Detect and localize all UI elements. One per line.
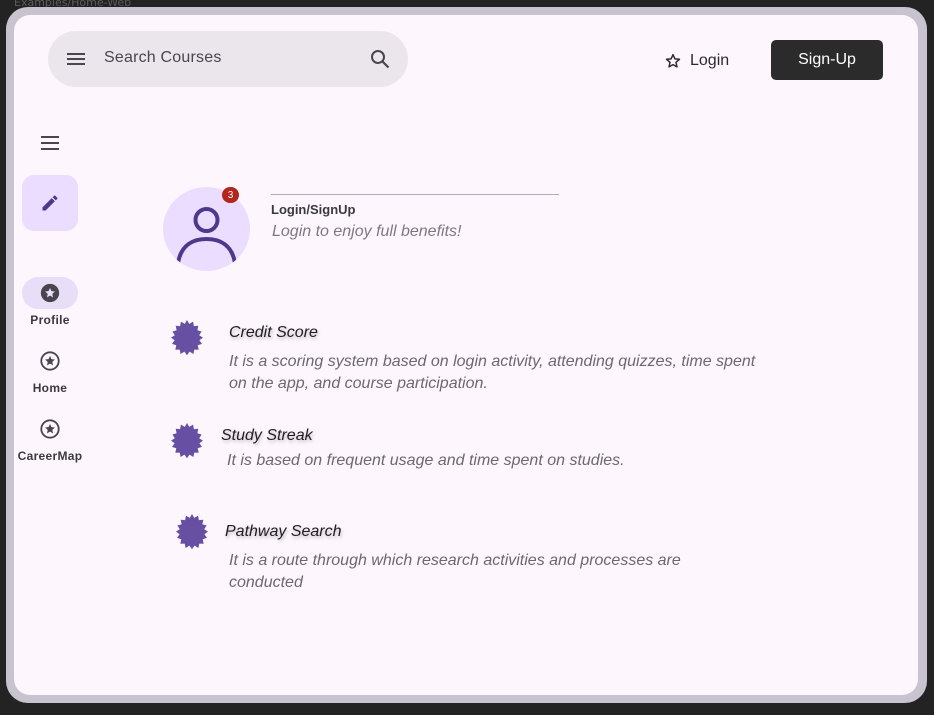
profile-title[interactable]: Login/SignUp [271, 202, 355, 217]
badge-burst-icon [171, 320, 203, 355]
login-label: Login [690, 52, 730, 69]
rail-item-home[interactable]: Home [14, 345, 86, 395]
edit-fab-button[interactable] [22, 175, 78, 231]
signup-button[interactable]: Sign-Up [771, 40, 883, 80]
star-icon [665, 53, 681, 68]
feature-title: Study Streak [221, 427, 313, 444]
search-icon[interactable] [369, 48, 391, 70]
divider [271, 194, 559, 195]
feature-description: It is a scoring system based on login ac… [229, 353, 756, 392]
feature-title: Credit Score [229, 324, 318, 341]
rail-item-careermap[interactable]: CareerMap [14, 413, 86, 463]
pencil-icon [42, 195, 58, 211]
star-circle-outline-icon [40, 351, 60, 371]
app-screen: Search Courses Login Sign-Up Profile Hom… [14, 15, 918, 695]
feature-description: It is based on frequent usage and time s… [227, 452, 625, 469]
feature-description: It is a route through which research act… [229, 552, 681, 591]
rail-menu-icon[interactable] [40, 134, 60, 152]
notification-badge: 3 [222, 187, 239, 203]
badge-burst-icon [176, 514, 208, 549]
search-bar[interactable]: Search Courses [48, 31, 408, 87]
rail-indicator [22, 345, 78, 377]
star-circle-outline-icon [40, 419, 60, 439]
feature-title: Pathway Search [225, 523, 342, 540]
star-circle-filled-icon [40, 283, 60, 303]
rail-item-label: Profile [30, 313, 70, 327]
rail-indicator [22, 277, 78, 309]
badge-burst-icon [171, 423, 203, 458]
rail-item-label: CareerMap [17, 449, 83, 463]
rail-indicator [22, 413, 78, 445]
login-button[interactable]: Login [664, 49, 729, 73]
profile-subtitle: Login to enjoy full benefits! [272, 223, 462, 240]
search-input[interactable]: Search Courses [104, 49, 222, 67]
rail-item-profile[interactable]: Profile [14, 277, 86, 327]
rail-item-label: Home [32, 381, 68, 395]
menu-icon[interactable] [66, 49, 86, 69]
